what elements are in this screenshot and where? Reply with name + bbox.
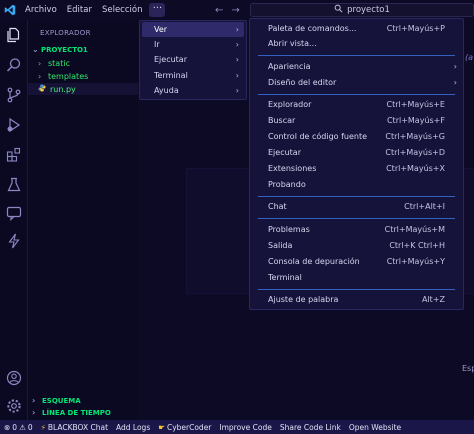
menu-item-output[interactable]: Salida Ctrl+K Ctrl+H: [250, 238, 463, 253]
vscode-logo-icon: [0, 0, 20, 20]
chevron-right-icon: ›: [38, 58, 42, 68]
timeline-section-header[interactable]: › LÍNEA DE TIEMPO: [32, 408, 111, 417]
improve-code-button[interactable]: Improve Code: [215, 423, 275, 432]
outline-section-header[interactable]: › ESQUEMA: [32, 396, 81, 405]
more-menu-button[interactable]: ···: [149, 3, 166, 17]
search-icon: [334, 4, 343, 16]
file-label: run.py: [50, 84, 76, 94]
chevron-right-icon: ›: [235, 86, 239, 95]
folder-templates[interactable]: › templates: [38, 70, 88, 82]
command-center-search[interactable]: proyecto1: [250, 3, 474, 17]
forward-arrow-icon[interactable]: →: [231, 5, 239, 16]
chevron-right-icon: ›: [235, 71, 239, 80]
menu-separator: [258, 55, 455, 56]
chevron-right-icon: ›: [38, 71, 42, 81]
open-website-button[interactable]: Open Website: [345, 423, 405, 432]
warning-triangle-icon: ⚠: [19, 422, 26, 432]
overflow-menu: Ver › Ir › Ejecutar › Terminal › Ayuda ›: [139, 20, 247, 100]
blackbox-chat-button[interactable]: ⚡ BLACKBOX Chat: [37, 423, 112, 432]
folder-static[interactable]: › static: [38, 57, 70, 69]
menu-item-ejecutar[interactable]: Ejecutar ›: [142, 52, 244, 67]
menu-item-problems[interactable]: Problemas Ctrl+Mayús+M: [250, 222, 463, 237]
menu-item-ir[interactable]: Ir ›: [142, 37, 244, 52]
status-bar: ⊗ 0 ⚠ 0 ⚡ BLACKBOX Chat Add Logs ☛ Cyber…: [0, 420, 474, 434]
search-icon[interactable]: [6, 57, 22, 73]
menu-item-extensions[interactable]: Extensiones Ctrl+Mayús+X: [250, 161, 463, 176]
view-submenu: Paleta de comandos... Ctrl+Mayús+P Abrir…: [249, 18, 464, 310]
menu-separator: [258, 94, 455, 95]
testing-flask-icon[interactable]: [6, 177, 22, 193]
activity-bar: [0, 20, 28, 420]
share-code-link-button[interactable]: Share Code Link: [276, 423, 345, 432]
extensions-icon[interactable]: [6, 147, 22, 163]
project-name: PROYECTO1: [41, 45, 88, 54]
menu-item-appearance[interactable]: Apariencia ›: [250, 59, 463, 74]
chevron-down-icon: ⌄: [32, 45, 39, 54]
folder-label: static: [48, 58, 70, 68]
menu-item-ayuda[interactable]: Ayuda ›: [142, 83, 244, 98]
problems-status[interactable]: ⊗ 0 ⚠ 0: [0, 423, 37, 432]
project-folder-header[interactable]: ⌄ PROYECTO1: [32, 45, 88, 54]
chevron-right-icon: ›: [453, 78, 457, 87]
menu-item-search[interactable]: Buscar Ctrl+Mayús+F: [250, 113, 463, 128]
menu-item-word-wrap[interactable]: Ajuste de palabra Alt+Z: [250, 292, 463, 307]
menu-separator: [258, 289, 455, 290]
menu-item-source-control[interactable]: Control de código fuente Ctrl+Mayús+G: [250, 129, 463, 144]
file-run-py[interactable]: run.py: [28, 83, 138, 95]
chevron-right-icon: ›: [235, 40, 239, 49]
menu-item-terminal[interactable]: Terminal ›: [142, 68, 244, 83]
python-file-icon: [38, 84, 46, 94]
menu-archivo[interactable]: Archivo: [20, 0, 62, 20]
cybercoder-button[interactable]: ☛ CyberCoder: [154, 423, 215, 432]
menu-item-chat[interactable]: Chat Ctrl+Alt+I: [250, 199, 463, 214]
title-bar: Archivo Editar Selección ··· ← → proyect…: [0, 0, 474, 20]
chat-icon[interactable]: [6, 205, 22, 221]
menu-item-editor-layout[interactable]: Diseño del editor ›: [250, 75, 463, 90]
explorer-files-icon[interactable]: [6, 27, 22, 43]
menu-item-run[interactable]: Ejecutar Ctrl+Mayús+D: [250, 145, 463, 160]
folder-label: templates: [48, 71, 89, 81]
add-logs-button[interactable]: Add Logs: [112, 423, 154, 432]
menu-separator: [258, 218, 455, 219]
chevron-right-icon: ›: [235, 25, 239, 34]
sidebar-title: EXPLORADOR: [40, 29, 91, 37]
back-arrow-icon[interactable]: ←: [215, 5, 223, 16]
menu-seleccion[interactable]: Selección: [97, 0, 148, 20]
chevron-right-icon: ›: [235, 55, 239, 64]
settings-gear-icon[interactable]: [6, 398, 22, 414]
error-circle-icon: ⊗: [4, 422, 11, 432]
explorer-sidebar: EXPLORADOR ⌄ PROYECTO1 › static › templa…: [28, 20, 138, 420]
lightning-icon[interactable]: [6, 233, 22, 249]
chevron-right-icon: ›: [453, 62, 457, 71]
menu-editar[interactable]: Editar: [62, 0, 97, 20]
menu-item-command-palette[interactable]: Paleta de comandos... Ctrl+Mayús+P: [250, 21, 463, 36]
run-debug-icon[interactable]: [6, 117, 22, 133]
clipped-text-fragment: (a: [465, 53, 474, 62]
source-control-icon[interactable]: [6, 87, 22, 103]
menu-separator: [258, 196, 455, 197]
clipped-text-fragment: Esp: [462, 364, 474, 373]
menu-item-testing[interactable]: Probando: [250, 177, 463, 192]
menu-item-ver[interactable]: Ver ›: [142, 22, 244, 37]
menu-item-explorer[interactable]: Explorador Ctrl+Mayús+E: [250, 97, 463, 112]
chevron-right-icon: ›: [32, 396, 36, 405]
account-icon[interactable]: [6, 370, 22, 386]
menu-item-debug-console[interactable]: Consola de depuración Ctrl+Mayús+Y: [250, 254, 463, 269]
menu-item-terminal[interactable]: Terminal: [250, 270, 463, 285]
pointing-hand-icon: ☛: [158, 422, 165, 432]
lightning-icon: ⚡: [40, 422, 46, 432]
chevron-right-icon: ›: [32, 408, 36, 417]
menu-item-open-view[interactable]: Abrir vista...: [250, 36, 463, 51]
search-label: proyecto1: [347, 5, 390, 15]
